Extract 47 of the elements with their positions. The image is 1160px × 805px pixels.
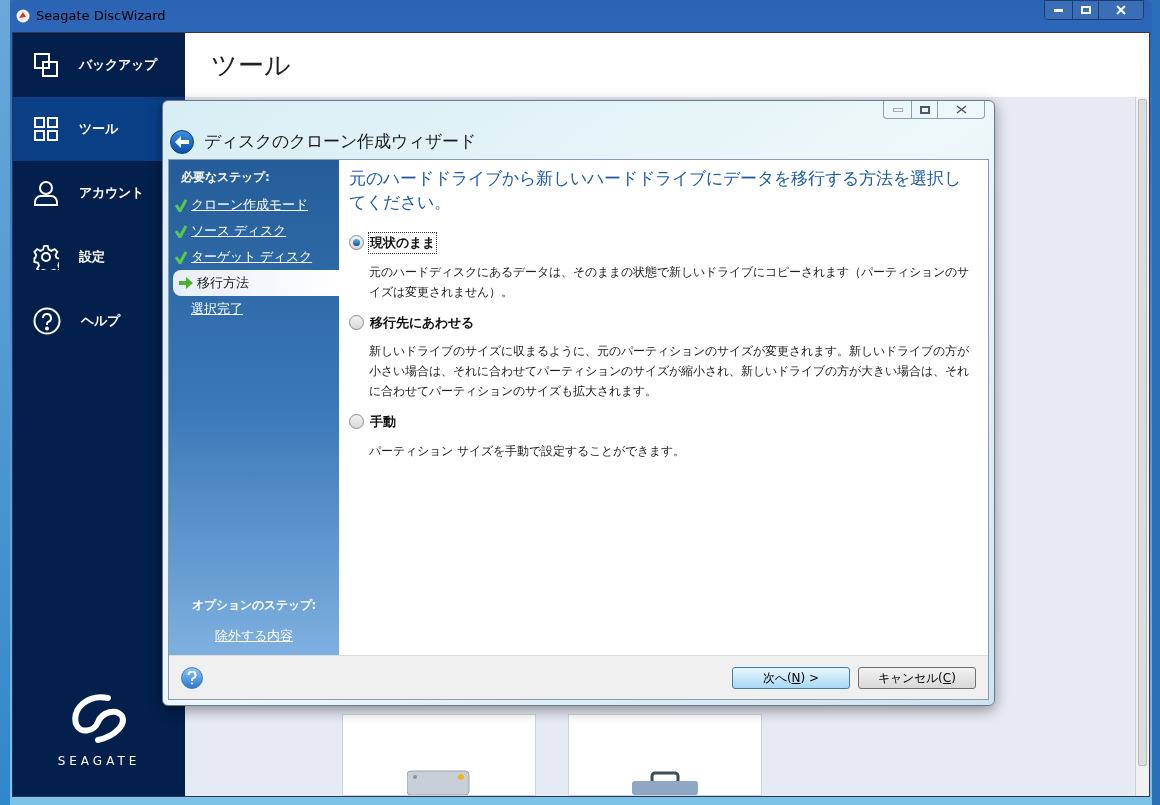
user-icon [33, 180, 59, 206]
dialog-button[interactable]: 次へ(N) > [732, 666, 850, 689]
briefcase-icon [630, 771, 700, 795]
back-button[interactable] [170, 130, 194, 154]
optional-steps-heading: オプションのステップ: [191, 596, 317, 614]
radio-button[interactable] [349, 235, 364, 251]
option-label[interactable]: 現状のまま [368, 232, 437, 254]
disk-drive-icon [407, 769, 471, 795]
sidebar-item[interactable]: ヘルプ [13, 289, 185, 353]
maximize-button[interactable] [1073, 1, 1099, 19]
option-description: 元のハードディスクにあるデータは、そのままの状態で新しいドライブにコピーされます（パーティションのサイズは変更されません）。 [368, 263, 970, 301]
help-button[interactable] [181, 666, 203, 689]
sidebar-item[interactable]: 設定 [13, 225, 185, 289]
grid-icon [33, 116, 59, 142]
app-logo-icon [16, 9, 30, 23]
option-description: パーティション サイズを手動で設定することができます。 [368, 442, 686, 460]
window-title: Seagate DiscWizard [36, 7, 166, 26]
close-button[interactable] [1099, 1, 1143, 19]
question-mark-icon [187, 670, 197, 685]
step-link[interactable]: クローン作成モード [191, 195, 308, 215]
radio-button[interactable] [349, 414, 364, 430]
check-icon [175, 224, 187, 238]
option-description: 新しいドライブのサイズに収まるように、元のパーティションのサイズが変更されます。新しいドライブの方が小さい場合は、それに合わせてパーティションのサイズが縮小され、新しいドライブの方が大きい場合は、それに合わせてパーティションのサイズも拡大されます。 [368, 343, 970, 400]
arrow-icon [179, 277, 193, 289]
sidebar-item[interactable]: バックアップ [13, 33, 185, 97]
logo-text: SEAGATE [57, 753, 141, 770]
check-icon [175, 198, 187, 212]
check-icon [175, 250, 187, 264]
settings-icon [33, 244, 59, 270]
option-label[interactable]: 手動 [368, 411, 398, 433]
arrow-icon [175, 136, 189, 148]
page-title: ツール [211, 48, 291, 82]
close-icon [955, 105, 967, 114]
radio-button[interactable] [349, 314, 364, 330]
help-icon [33, 307, 61, 335]
step-link[interactable]: ソース ディスク [191, 221, 287, 241]
minimize-button[interactable] [1045, 1, 1073, 19]
close-icon [1116, 5, 1126, 15]
copy-icon [33, 52, 59, 78]
dialog-button[interactable]: キャンセル(C) [858, 666, 976, 689]
option-label[interactable]: 移行先にあわせる [368, 311, 476, 333]
steps-heading: 必要なステップ: [180, 169, 271, 186]
step-link[interactable]: 選択完了 [191, 299, 243, 319]
tool-card[interactable] [568, 714, 762, 796]
question-text: 元のハードドライブから新しいハードドライブにデータを移行する方法を選択してください。 [349, 167, 962, 214]
step-link[interactable]: ターゲット ディスク [191, 247, 313, 267]
dialog-title: ディスクのクローン作成ウィザード [204, 130, 476, 154]
